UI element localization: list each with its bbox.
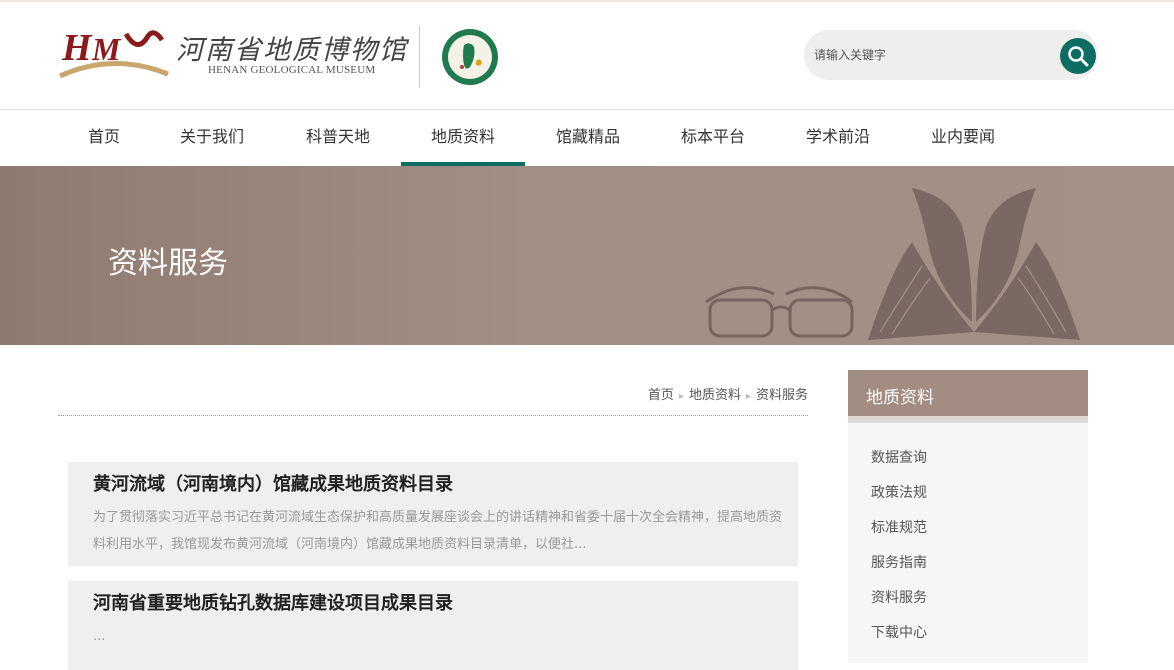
svg-text:M: M <box>91 31 122 67</box>
article-summary: 为了贯彻落实习近平总书记在黄河流域生态保护和高质量发展座谈会上的讲话精神和省委十… <box>93 510 783 552</box>
nav-item-home[interactable]: 首页 <box>58 111 150 166</box>
logo-mark-icon: H M <box>58 27 169 79</box>
book-glasses-illustration-icon <box>705 188 1080 340</box>
article-title[interactable]: 河南省重要地质钻孔数据库建设项目成果目录 <box>93 589 453 615</box>
logo-english-name: HENAN GEOLOGICAL MUSEUM <box>208 64 376 76</box>
svg-text:H: H <box>61 27 93 69</box>
article-summary: ... <box>93 629 106 644</box>
museum-badge-icon <box>442 29 498 85</box>
article-item[interactable]: 黄河流域（河南境内）馆藏成果地质资料目录 为了贯彻落实习近平总书记在黄河流域生态… <box>68 462 798 566</box>
page-banner: 资料服务 <box>0 166 1174 345</box>
breadcrumb: 首页 ▸ 地质资料 ▸ 资料服务 <box>58 384 808 416</box>
nav-item-specimens[interactable]: 标本平台 <box>667 111 759 166</box>
logo-chinese-name: 河南省地质博物馆 <box>176 35 408 66</box>
search-icon <box>1068 46 1089 67</box>
site-logo[interactable]: H M 河南省地质博物馆 HENAN GEOLOGICAL MUSEUM <box>58 24 408 84</box>
nav-item-science[interactable]: 科普天地 <box>292 111 384 166</box>
sidebar-item-downloads[interactable]: 下载中心 <box>871 622 927 642</box>
sidebar-item-data-query[interactable]: 数据查询 <box>871 447 927 467</box>
article-item[interactable]: 河南省重要地质钻孔数据库建设项目成果目录 ... <box>68 581 798 670</box>
breadcrumb-home[interactable]: 首页 <box>648 384 674 403</box>
breadcrumb-separator-icon: ▸ <box>745 391 751 402</box>
nav-item-news[interactable]: 业内要闻 <box>917 111 1009 166</box>
breadcrumb-separator-icon: ▸ <box>678 391 684 402</box>
sidebar-divider <box>848 416 1088 423</box>
search-box <box>804 30 1098 80</box>
banner-title: 资料服务 <box>108 246 228 281</box>
sidebar-menu: 数据查询 政策法规 标准规范 服务指南 资料服务 下载中心 <box>848 423 1088 663</box>
nav-item-geo-data[interactable]: 地质资料 <box>401 111 525 166</box>
logo-divider <box>419 26 420 88</box>
sidebar-title: 地质资料 <box>866 388 934 408</box>
search-button[interactable] <box>1060 38 1096 74</box>
nav-item-academic[interactable]: 学术前沿 <box>792 111 884 166</box>
nav-item-about[interactable]: 关于我们 <box>166 111 258 166</box>
sidebar-item-data-service[interactable]: 资料服务 <box>871 587 927 607</box>
breadcrumb-current[interactable]: 资料服务 <box>756 384 808 403</box>
sidebar-item-service-guide[interactable]: 服务指南 <box>871 552 927 572</box>
search-input[interactable] <box>814 44 1054 66</box>
sidebar-item-policy[interactable]: 政策法规 <box>871 482 927 502</box>
article-title[interactable]: 黄河流域（河南境内）馆藏成果地质资料目录 <box>93 470 453 496</box>
nav-item-collections[interactable]: 馆藏精品 <box>542 111 634 166</box>
main-nav: 首页 关于我们 科普天地 地质资料 馆藏精品 标本平台 学术前沿 业内要闻 <box>0 111 1174 166</box>
header: H M 河南省地质博物馆 HENAN GEOLOGICAL MUSEUM <box>0 2 1174 110</box>
breadcrumb-geo-data[interactable]: 地质资料 <box>689 384 741 403</box>
sidebar-header: 地质资料 <box>848 370 1088 416</box>
sidebar-item-standards[interactable]: 标准规范 <box>871 517 927 537</box>
